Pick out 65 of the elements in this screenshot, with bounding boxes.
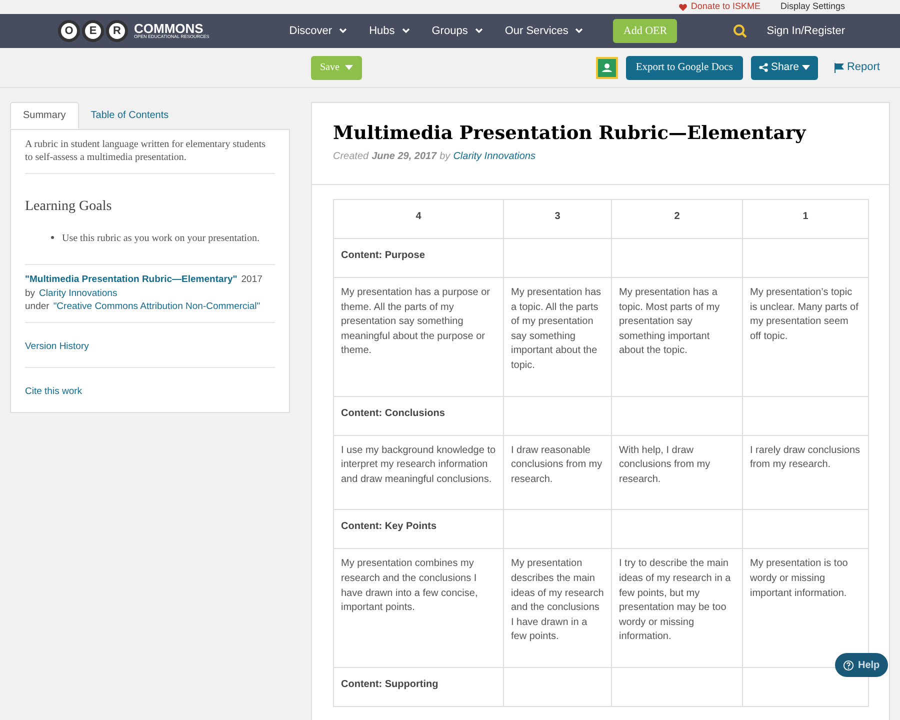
created-label: Created <box>333 150 369 164</box>
logo-ring: R <box>106 20 128 42</box>
nav-menu[interactable]: Our Services <box>504 22 584 40</box>
search-icon[interactable] <box>732 24 747 38</box>
table-cell: I try to describe the main ideas of my research in a few points, but my presentation may be too wordy or missing information. <box>612 548 742 668</box>
display-settings-link[interactable]: Display Settings <box>780 0 845 14</box>
chevron-down-icon <box>339 28 348 34</box>
criterion-cell: Content: Supporting <box>334 667 504 706</box>
table-cell: My presentation has a topic. All the parts of my presentation say something important about the topic. <box>504 278 612 396</box>
created-date: June 29, 2017 <box>372 150 437 164</box>
sidebar-tab[interactable]: Table of Contents <box>78 102 181 129</box>
nav-menu[interactable]: Discover <box>289 22 348 40</box>
table-cell: I use my background knowledge to interpret my research information and draw meaningful conclusions. <box>334 435 504 510</box>
column-header: 2 <box>612 200 742 238</box>
criterion-cell: Content: Conclusions <box>334 396 504 436</box>
table-cell: My presentation has a topic. Most parts of my presentation say something important about the topic. <box>612 278 742 396</box>
chevron-down-icon <box>575 28 584 34</box>
sign-in-link[interactable]: Sign In/Register <box>766 22 845 40</box>
author-link[interactable]: Clarity Innovations <box>453 149 536 164</box>
column-header: 4 <box>334 200 504 238</box>
chevron-down-icon <box>402 28 410 34</box>
criterion-cell: Content: Key Points <box>334 510 504 549</box>
by-text: by <box>440 150 450 164</box>
license-link[interactable]: "Creative Commons Attribution Non-Commercial" <box>53 301 260 312</box>
table-cell: I draw reasonable conclusions from my research. <box>504 435 612 510</box>
sidebar-tab[interactable]: Summary <box>10 102 79 129</box>
column-header: 3 <box>504 200 612 238</box>
by-text: by <box>25 288 36 298</box>
flag-icon <box>834 62 844 72</box>
table-cell: My presentation’s topic is unclear. Many parts of my presentation seem off topic. <box>742 278 868 396</box>
learning-goal: Use this rubric as you work on your presentation. <box>62 232 260 246</box>
sidebar-link[interactable]: Version History <box>25 340 89 352</box>
table-cell: My presentation combines my research and the conclusions I have drawn into a few concise, important points. <box>334 548 504 668</box>
column-header: 1 <box>742 200 868 238</box>
caret-icon <box>345 65 354 70</box>
sidebar-link[interactable]: Cite this work <box>25 386 82 396</box>
table-cell: My presentation describes the main ideas of my research and the conclusions I have drawn in a few points. <box>504 548 612 668</box>
document-title: Multimedia Presentation Rubric—Elementary <box>333 122 808 146</box>
criterion-cell: Content: Purpose <box>334 238 504 278</box>
help-button[interactable]: Help <box>835 653 888 677</box>
logo-name: COMMONS <box>134 22 204 36</box>
table-cell: With help, I draw conclusions from my research. <box>612 435 742 510</box>
heart-icon <box>678 4 687 10</box>
under-text: under <box>25 301 50 312</box>
donate-link[interactable]: Donate to ISKME <box>678 0 760 14</box>
bullet-icon <box>51 236 54 239</box>
author-link[interactable]: Clarity Innovations <box>39 288 118 298</box>
learning-goals-heading: Learning Goals <box>25 198 113 216</box>
caret-icon <box>802 65 810 70</box>
table-cell: I rarely draw conclusions from my research. <box>742 435 868 510</box>
export-button[interactable]: Export to Google Docs <box>626 56 743 80</box>
logo-ring: O <box>58 20 80 42</box>
year-text: 2017 <box>241 274 262 285</box>
share-icon <box>758 63 768 72</box>
table-cell: My presentation has a purpose or theme. All the parts of my presentation say something meaningful about the purpose or theme. <box>334 278 504 396</box>
report-link[interactable]: Report <box>834 59 880 76</box>
summary-text: A rubric in student language written for elementary students to self-assess a multimedia presentation. <box>25 130 275 174</box>
chevron-down-icon <box>474 28 483 34</box>
title-link[interactable]: "Multimedia Presentation Rubric—Elementary" <box>25 274 238 285</box>
nav-menu[interactable]: Groups <box>432 22 483 40</box>
share-button[interactable]: Share <box>750 56 818 80</box>
classroom-icon[interactable] <box>596 56 618 78</box>
logo-ring: E <box>82 20 104 42</box>
help-icon <box>843 660 854 670</box>
nav-menu[interactable]: Hubs <box>369 22 410 40</box>
